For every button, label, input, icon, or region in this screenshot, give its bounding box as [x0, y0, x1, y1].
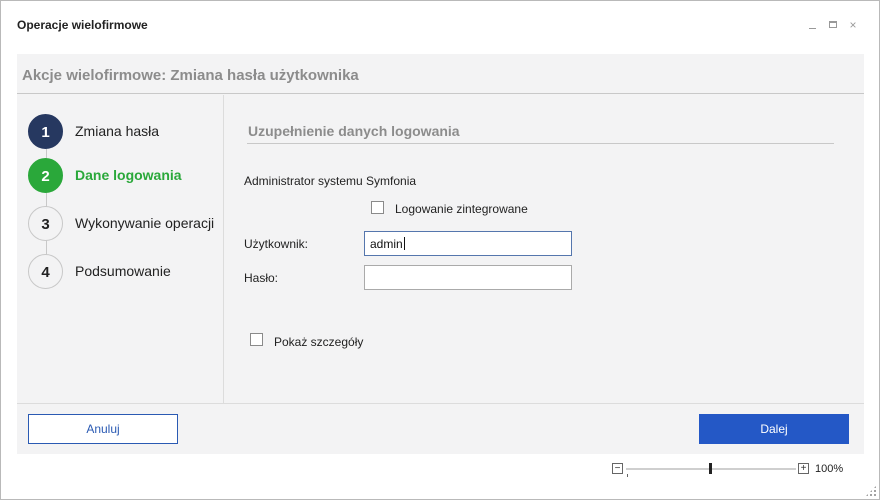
step-number-badge: 2	[28, 158, 63, 193]
step-number-badge: 3	[28, 206, 63, 241]
password-input[interactable]	[364, 265, 572, 290]
page-title: Akcje wielofirmowe: Zmiana hasła użytkow…	[22, 67, 359, 84]
step-number-badge: 1	[28, 114, 63, 149]
step-label: Zmiana hasła	[75, 123, 160, 139]
minimize-icon[interactable]	[807, 19, 819, 31]
username-value: admin	[370, 237, 403, 251]
wizard-panel: Akcje wielofirmowe: Zmiana hasła użytkow…	[17, 54, 864, 454]
integrated-login-checkbox[interactable]	[371, 201, 384, 214]
show-details-checkbox[interactable]	[250, 333, 263, 346]
step-executing: 3 Wykonywanie operacji	[28, 206, 224, 241]
username-input[interactable]: admin	[364, 231, 572, 256]
zoom-control: − + 100%	[612, 462, 852, 478]
username-label: Użytkownik:	[244, 237, 309, 251]
maximize-icon[interactable]	[827, 19, 839, 31]
step-label: Podsumowanie	[75, 263, 171, 279]
wizard-header: Akcje wielofirmowe: Zmiana hasła użytkow…	[17, 54, 864, 94]
step-label: Dane logowania	[75, 167, 182, 183]
step-label: Wykonywanie operacji	[75, 215, 215, 231]
steps-sidebar: 1 Zmiana hasła 2 Dane logowania 3 Wykony…	[17, 95, 224, 403]
window-title: Operacje wielofirmowe	[17, 18, 148, 32]
text-caret	[403, 237, 405, 250]
form-content: Uzupełnienie danych logowania Administra…	[225, 95, 864, 403]
wizard-footer: Anuluj Dalej	[17, 403, 864, 454]
step-login-data: 2 Dane logowania	[28, 158, 224, 193]
step-number-badge: 4	[28, 254, 63, 289]
section-divider	[247, 143, 834, 144]
zoom-in-button[interactable]: +	[798, 463, 809, 474]
zoom-out-button[interactable]: −	[612, 463, 623, 474]
step-summary: 4 Podsumowanie	[28, 254, 224, 289]
title-bar: Operacje wielofirmowe ×	[1, 1, 879, 51]
password-label: Hasło:	[244, 271, 279, 285]
integrated-login-label[interactable]: Logowanie zintegrowane	[395, 202, 528, 216]
dialog-window: Operacje wielofirmowe × Akcje wielofirmo…	[0, 0, 880, 500]
resize-grip-icon[interactable]	[865, 485, 877, 497]
close-icon[interactable]: ×	[847, 19, 859, 31]
admin-label: Administrator systemu Symfonia	[244, 174, 417, 188]
zoom-tick-mark	[627, 474, 628, 477]
zoom-level: 100%	[815, 463, 844, 475]
cancel-button[interactable]: Anuluj	[28, 414, 178, 444]
step-password-change: 1 Zmiana hasła	[28, 114, 224, 149]
zoom-slider-thumb[interactable]	[709, 463, 712, 474]
section-title: Uzupełnienie danych logowania	[248, 123, 460, 139]
next-button[interactable]: Dalej	[699, 414, 849, 444]
show-details-label[interactable]: Pokaż szczegóły	[274, 335, 363, 349]
